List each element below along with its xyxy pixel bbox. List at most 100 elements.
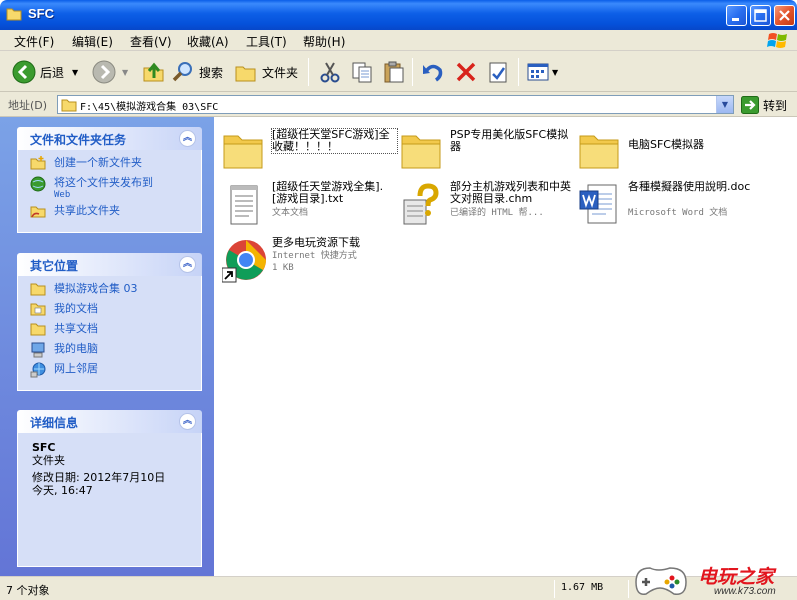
collapse-chevron-icon[interactable]: ︽: [179, 130, 196, 147]
views-icon: [527, 63, 549, 81]
cut-button[interactable]: [318, 59, 342, 85]
search-label: 搜索: [199, 65, 224, 80]
paste-icon: [384, 61, 404, 83]
file-tasks-header[interactable]: 文件和文件夹任务 ︽: [17, 127, 202, 150]
file-item[interactable]: 更多电玩资源下载 Internet 快捷方式 1 KB: [216, 233, 401, 283]
file-tasks-title: 文件和文件夹任务: [30, 133, 127, 147]
file-item[interactable]: 部分主机游戏列表和中英文对照目录.chm 已编译的 HTML 帮...: [394, 177, 579, 227]
share-folder-icon: [30, 206, 46, 218]
forward-arrow-icon: [92, 60, 116, 84]
back-label: 后退: [40, 65, 65, 80]
folders-button[interactable]: 文件夹: [234, 59, 298, 85]
word-doc-icon: [579, 184, 617, 224]
place-parent-folder[interactable]: 模拟游戏合集 03: [28, 282, 193, 300]
file-name: 电脑SFC模拟器: [628, 138, 704, 151]
back-button[interactable]: 后退 ▼: [12, 59, 78, 85]
views-button[interactable]: ▼: [526, 59, 558, 85]
other-places-header[interactable]: 其它位置 ︽: [17, 253, 202, 276]
file-item[interactable]: 电脑SFC模拟器: [572, 125, 757, 175]
file-item[interactable]: [超级任天堂SFC游戏]全收藏！！！！: [216, 125, 401, 175]
undo-button[interactable]: [421, 59, 445, 85]
file-item[interactable]: PSP专用美化版SFC模拟器: [394, 125, 579, 175]
task-pane: 文件和文件夹任务 ︽ 创建一个新文件夹 将这个文件夹发布到 Web 共享此文件夹: [0, 117, 214, 576]
address-value: F:\45\模拟游戏合集 03\SFC: [80, 102, 219, 113]
address-dropdown-icon[interactable]: ▼: [716, 96, 733, 113]
collapse-chevron-icon[interactable]: ︽: [179, 256, 196, 273]
task-new-folder[interactable]: 创建一个新文件夹: [28, 156, 193, 174]
place-shared-documents-label: 共享文档: [54, 322, 98, 335]
toolbar-separator: [518, 58, 519, 86]
menu-favorites[interactable]: 收藏(A): [187, 33, 229, 50]
collapse-chevron-icon[interactable]: ︽: [179, 413, 196, 430]
delete-button[interactable]: [454, 59, 478, 85]
go-button[interactable]: 转到: [741, 96, 787, 114]
maximize-icon: [754, 9, 767, 22]
menu-tools[interactable]: 工具(T): [246, 33, 287, 50]
minimize-button[interactable]: [726, 5, 747, 26]
toolbar-separator: [412, 58, 413, 86]
folder-icon: [6, 8, 22, 21]
file-tasks-body: 创建一个新文件夹 将这个文件夹发布到 Web 共享此文件夹: [17, 150, 202, 233]
status-divider: [554, 580, 555, 598]
title-bar[interactable]: SFC: [0, 0, 797, 30]
task-share-folder-label: 共享此文件夹: [54, 204, 120, 217]
folder-icon: [579, 135, 619, 169]
task-publish-web-label: 将这个文件夹发布到: [54, 176, 153, 189]
views-dropdown-icon[interactable]: ▼: [552, 68, 558, 77]
menu-file[interactable]: 文件(F): [14, 33, 54, 50]
copy-button[interactable]: [350, 59, 374, 85]
gamepad-logo-icon: [635, 567, 687, 595]
properties-button[interactable]: [486, 59, 510, 85]
menu-edit[interactable]: 编辑(E): [72, 33, 113, 50]
place-network-label: 网上邻居: [54, 362, 98, 375]
file-item[interactable]: [超级任天堂游戏全集].[游戏目录].txt 文本文档: [216, 177, 401, 227]
details-type: 文件夹: [32, 454, 65, 467]
properties-icon: [489, 62, 507, 83]
task-publish-web[interactable]: 将这个文件夹发布到 Web: [28, 176, 193, 202]
details-body: SFC 文件夹 修改日期: 2012年7月10日 今天, 16:47: [17, 433, 202, 567]
up-folder-button[interactable]: [142, 59, 166, 85]
forward-button[interactable]: ▼: [92, 59, 128, 85]
toolbar-separator: [308, 58, 309, 86]
menu-help[interactable]: 帮助(H): [303, 33, 345, 50]
other-places-body: 模拟游戏合集 03 我的文档 共享文档 我的电脑 网上邻居: [17, 276, 202, 391]
shared-documents-icon: [30, 323, 46, 336]
windows-logo-icon: [767, 33, 787, 48]
object-count: 7 个对象: [6, 584, 50, 597]
address-label: 地址(D): [8, 99, 48, 112]
search-button[interactable]: 搜索: [171, 59, 223, 85]
place-shared-documents[interactable]: 共享文档: [28, 322, 193, 340]
back-dropdown-icon[interactable]: ▼: [72, 68, 78, 77]
place-network[interactable]: 网上邻居: [28, 362, 193, 380]
folders-icon: [235, 66, 256, 82]
network-places-icon: [30, 362, 46, 378]
close-icon: [779, 10, 790, 21]
place-parent-folder-label: 模拟游戏合集 03: [54, 282, 138, 295]
place-my-documents[interactable]: 我的文档: [28, 302, 193, 320]
close-button[interactable]: [774, 5, 795, 26]
paste-button[interactable]: [382, 59, 406, 85]
details-modified: 修改日期: 2012年7月10日: [32, 471, 166, 484]
task-share-folder[interactable]: 共享此文件夹: [28, 204, 193, 222]
file-name: [超级任天堂SFC游戏]全收藏！！！！: [271, 128, 398, 154]
menu-view[interactable]: 查看(V): [130, 33, 172, 50]
address-input[interactable]: F:\45\模拟游戏合集 03\SFC ▼: [57, 95, 734, 114]
file-item[interactable]: 各種模擬器使用說明.doc Microsoft Word 文档: [572, 177, 757, 227]
file-name: PSP专用美化版SFC模拟器: [450, 128, 569, 153]
details-header[interactable]: 详细信息 ︽: [17, 410, 202, 433]
explorer-window: SFC 文件(F) 编辑(E) 查看(V) 收藏(A) 工具(T) 帮助(H): [0, 0, 797, 600]
forward-dropdown-icon[interactable]: ▼: [122, 68, 128, 77]
chrome-shortcut-icon: [222, 240, 266, 283]
place-my-computer[interactable]: 我的电脑: [28, 342, 193, 360]
folder-icon: [401, 135, 441, 169]
file-name: 更多电玩资源下载: [272, 236, 360, 249]
file-type: 文本文档: [272, 208, 309, 218]
new-folder-icon: [30, 156, 46, 170]
maximize-button[interactable]: [750, 5, 771, 26]
folder-icon: [223, 135, 263, 169]
details-panel: 详细信息 ︽ SFC 文件夹 修改日期: 2012年7月10日 今天, 16:4…: [17, 410, 202, 567]
folder-up-icon: [143, 62, 164, 82]
file-tasks-panel: 文件和文件夹任务 ︽ 创建一个新文件夹 将这个文件夹发布到 Web 共享此文件夹: [17, 127, 202, 233]
watermark-title: 电玩之家: [698, 566, 775, 588]
menu-bar: 文件(F) 编辑(E) 查看(V) 收藏(A) 工具(T) 帮助(H): [0, 30, 797, 51]
